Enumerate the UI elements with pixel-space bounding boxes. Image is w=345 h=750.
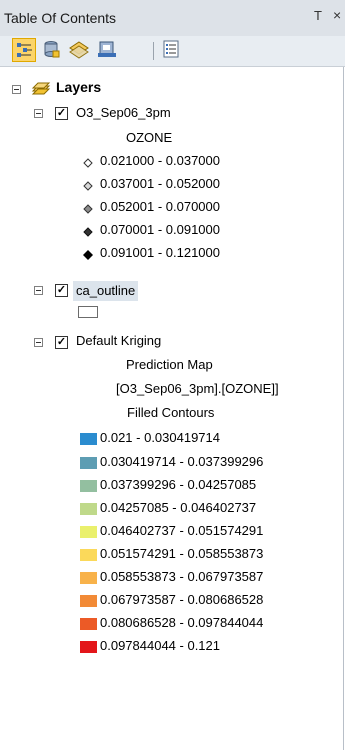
contour-color-swatch bbox=[80, 433, 97, 445]
contour-color-swatch bbox=[80, 503, 97, 515]
polygon-outline-swatch bbox=[78, 306, 98, 318]
list-by-visibility-icon bbox=[69, 41, 89, 59]
ca-outline-visibility-checkbox[interactable]: ✓ bbox=[55, 284, 68, 297]
kriging-collapse-toggle[interactable] bbox=[34, 338, 43, 347]
ca-outline-collapse-toggle[interactable] bbox=[34, 286, 43, 295]
contour-color-swatch bbox=[80, 457, 97, 469]
o3-layer-collapse-toggle[interactable] bbox=[34, 109, 43, 118]
o3-class-label: 0.037001 - 0.052000 bbox=[100, 176, 220, 191]
contour-class-label: 0.046402737 - 0.051574291 bbox=[100, 523, 264, 538]
toc-titlebar: Table Of Contents Т × bbox=[0, 0, 345, 37]
ca-outline-layer-name[interactable]: ca_outline bbox=[73, 281, 139, 301]
close-icon[interactable]: × bbox=[333, 7, 341, 23]
contour-class-label: 0.021 - 0.030419714 bbox=[100, 430, 220, 445]
point-symbol-icon bbox=[83, 227, 93, 237]
contour-color-swatch bbox=[80, 480, 97, 492]
o3-field-heading: OZONE bbox=[126, 130, 173, 145]
kriging-layer-name[interactable]: Default Kriging bbox=[76, 333, 161, 348]
o3-class-label: 0.091001 - 0.121000 bbox=[100, 245, 220, 260]
toc-toolbar bbox=[0, 36, 345, 67]
contour-color-swatch bbox=[80, 549, 97, 561]
pin-icon[interactable]: Т bbox=[314, 8, 322, 23]
list-by-source-icon bbox=[44, 41, 60, 58]
list-by-selection-button[interactable] bbox=[96, 38, 120, 62]
contour-class-label: 0.037399296 - 0.04257085 bbox=[100, 477, 257, 492]
point-symbol-icon bbox=[83, 181, 93, 191]
contour-class-label: 0.051574291 - 0.058553873 bbox=[100, 546, 264, 561]
contour-class-label: 0.030419714 - 0.037399296 bbox=[100, 454, 264, 469]
list-by-source-button[interactable] bbox=[40, 38, 64, 62]
o3-class-label: 0.021000 - 0.037000 bbox=[100, 153, 220, 168]
list-by-drawing-order-button[interactable] bbox=[12, 38, 36, 62]
toolbar-separator bbox=[153, 42, 154, 60]
list-by-visibility-button[interactable] bbox=[68, 38, 92, 62]
contour-color-swatch bbox=[80, 595, 97, 607]
list-by-drawing-order-icon bbox=[17, 43, 32, 57]
contour-class-label: 0.067973587 - 0.080686528 bbox=[100, 592, 264, 607]
kriging-visibility-checkbox[interactable]: ✓ bbox=[55, 336, 68, 349]
contour-color-swatch bbox=[80, 526, 97, 538]
list-by-selection-icon bbox=[98, 41, 116, 57]
layers-icon bbox=[31, 82, 51, 95]
o3-class-label: 0.070001 - 0.091000 bbox=[100, 222, 220, 237]
contour-color-swatch bbox=[80, 572, 97, 584]
contour-color-swatch bbox=[80, 618, 97, 630]
contour-class-label: 0.058553873 - 0.067973587 bbox=[100, 569, 264, 584]
point-symbol-icon bbox=[83, 158, 93, 168]
point-symbol-icon bbox=[83, 204, 93, 214]
o3-class-label: 0.052001 - 0.070000 bbox=[100, 199, 220, 214]
o3-layer-visibility-checkbox[interactable]: ✓ bbox=[55, 107, 68, 120]
toc-tree: Layers ✓ O3_Sep06_3pm OZONE 0.021000 - 0… bbox=[0, 67, 344, 750]
window-title: Table Of Contents bbox=[4, 10, 117, 26]
o3-layer-name[interactable]: O3_Sep06_3pm bbox=[76, 105, 171, 120]
contour-class-label: 0.097844044 - 0.121 bbox=[100, 638, 220, 653]
contour-class-label: 0.080686528 - 0.097844044 bbox=[100, 615, 264, 630]
kriging-renderer-line: [O3_Sep06_3pm].[OZONE]] bbox=[116, 381, 279, 396]
contour-color-swatch bbox=[80, 641, 97, 653]
options-icon bbox=[163, 40, 179, 58]
layers-root-label[interactable]: Layers bbox=[56, 79, 101, 95]
contour-class-label: 0.04257085 - 0.046402737 bbox=[100, 500, 257, 515]
point-symbol-icon bbox=[83, 250, 93, 260]
kriging-renderer-line: Filled Contours bbox=[127, 405, 215, 420]
kriging-renderer-line: Prediction Map bbox=[126, 357, 213, 372]
options-button[interactable] bbox=[160, 38, 184, 62]
layers-collapse-toggle[interactable] bbox=[12, 85, 21, 94]
